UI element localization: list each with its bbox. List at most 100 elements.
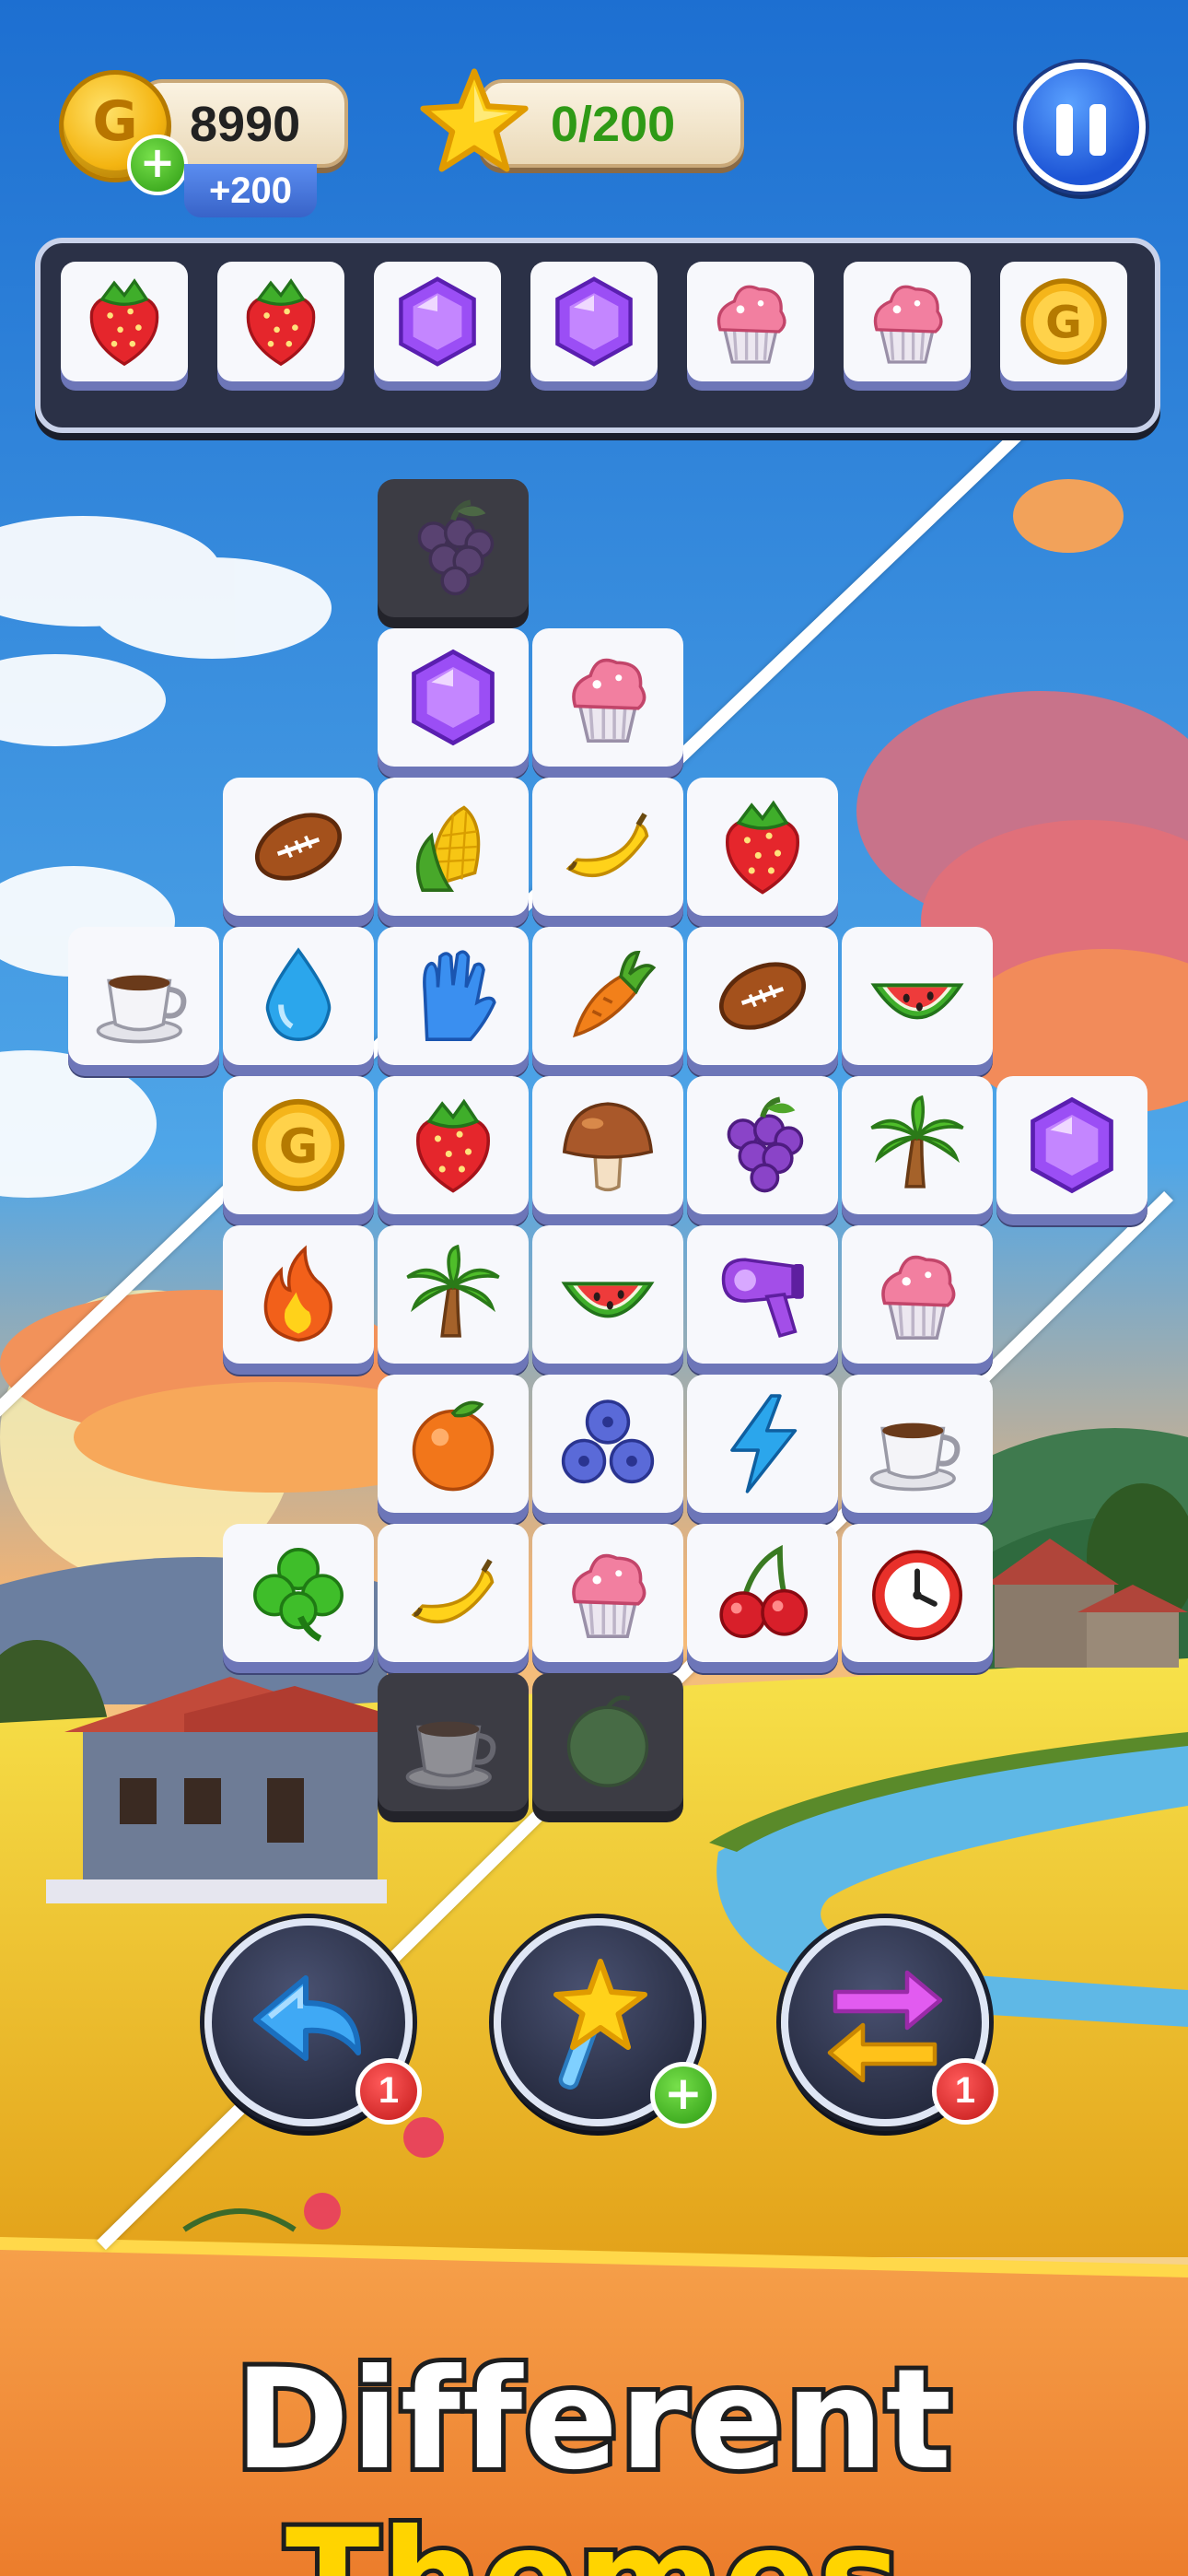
tile-face [532, 1225, 683, 1364]
tile-face: G [223, 1076, 374, 1214]
board-tile[interactable] [687, 1375, 838, 1522]
board-tile[interactable] [378, 1524, 529, 1671]
tile-face [378, 628, 529, 767]
fire-icon [263, 1245, 332, 1342]
board-tile[interactable] [378, 1375, 529, 1522]
tile-face [842, 1225, 993, 1364]
board-tile[interactable] [842, 1375, 993, 1522]
tile-face [378, 1673, 529, 1811]
board-tile[interactable] [532, 927, 683, 1074]
tray-slot-face [687, 262, 814, 381]
coin-amount: 8990 [190, 97, 301, 152]
cupcake-icon [873, 285, 943, 364]
watermelon-icon [561, 1282, 655, 1318]
board-tile[interactable] [223, 1225, 374, 1373]
tray-slot [61, 262, 188, 391]
board-tile[interactable] [687, 927, 838, 1074]
tile-face [378, 927, 529, 1065]
orange-icon [412, 1400, 495, 1492]
add-coins-button[interactable]: + [127, 135, 188, 195]
board-tile[interactable] [378, 927, 529, 1074]
coffee-cup-icon [96, 975, 187, 1044]
board-tile[interactable] [532, 1225, 683, 1373]
tile-face [687, 1076, 838, 1214]
tile-face [532, 1076, 683, 1214]
magic-wand-icon [553, 1959, 647, 2090]
board-tile[interactable] [842, 927, 993, 1074]
tile-face [223, 1225, 374, 1364]
game-screen: 8990 G + +200 0/200 G G 1 + 1 Different [0, 0, 1188, 2576]
board-tile[interactable]: G [223, 1076, 374, 1224]
pause-icon [1056, 104, 1073, 156]
board-tile[interactable] [223, 778, 374, 925]
carrot-icon [573, 951, 657, 1038]
board-tile[interactable] [687, 1225, 838, 1373]
tile-face [687, 778, 838, 916]
football-icon [718, 962, 807, 1030]
cupcake-icon [881, 1255, 956, 1340]
board-tile[interactable] [532, 778, 683, 925]
board-tile[interactable] [996, 1076, 1147, 1224]
strawberry-icon [246, 278, 316, 367]
board-tile[interactable] [68, 927, 219, 1074]
board-tile[interactable] [532, 1524, 683, 1671]
grape-icon [727, 1096, 804, 1193]
strawberry-icon [726, 800, 799, 895]
board-tile[interactable] [378, 1076, 529, 1224]
tile-face [223, 778, 374, 916]
purple-gem-icon [555, 276, 633, 367]
gold-coin-icon: G [1020, 278, 1107, 365]
tray-slot-face [844, 262, 971, 381]
tray-slot-face: G [1000, 262, 1127, 381]
board-tile[interactable] [532, 1375, 683, 1522]
tray-slot-face [61, 262, 188, 381]
tile-face [378, 778, 529, 916]
lightning-icon [730, 1394, 798, 1493]
strawberry-icon [89, 278, 159, 367]
gold-coin-icon: G [251, 1098, 345, 1192]
board-tile[interactable] [842, 1076, 993, 1224]
board-tile[interactable] [842, 1524, 993, 1671]
hair-dryer-icon [721, 1258, 804, 1339]
board-tile[interactable] [378, 1225, 529, 1373]
board-tile[interactable] [378, 778, 529, 925]
shuffle-count-badge: 1 [932, 2058, 998, 2125]
tile-face [687, 1225, 838, 1364]
banana-icon [411, 1559, 495, 1624]
promo-title: Different Themes [0, 2336, 1188, 2576]
cherries-icon [719, 1544, 808, 1638]
board-tile[interactable] [378, 628, 529, 776]
board-tile[interactable] [842, 1225, 993, 1373]
tray-slot-face [217, 262, 344, 381]
pause-icon [1089, 104, 1106, 156]
svg-text:G: G [279, 1119, 319, 1175]
tile-face [996, 1076, 1147, 1214]
strawberry-icon [416, 1098, 490, 1193]
lime-icon [566, 1695, 649, 1787]
cupcake-icon [716, 285, 786, 364]
mushroom-icon [562, 1102, 654, 1192]
board-tile[interactable] [687, 1524, 838, 1671]
tray-slot-face [530, 262, 658, 381]
board-tile[interactable] [687, 778, 838, 925]
cupcake-icon [572, 658, 646, 743]
clover-icon [253, 1548, 344, 1642]
board-tile[interactable] [532, 628, 683, 776]
purple-gem-icon [412, 649, 495, 746]
board-tile[interactable] [223, 927, 374, 1074]
board-tile-blocked [378, 479, 529, 626]
board-tile-blocked [532, 1673, 683, 1821]
palm-tree-icon [870, 1095, 964, 1188]
promo-title-word-2: Themes [281, 2496, 905, 2576]
board-tile[interactable] [532, 1076, 683, 1224]
tray-slot: G [1000, 262, 1127, 391]
board-tile[interactable] [687, 1076, 838, 1224]
tile-face [378, 1375, 529, 1513]
magic-add-badge[interactable]: + [650, 2062, 716, 2128]
board-tile[interactable] [223, 1524, 374, 1671]
tile-face [842, 927, 993, 1065]
tile-face [532, 1524, 683, 1662]
tile-face [842, 1524, 993, 1662]
promo-title-word-1: Different [230, 2336, 956, 2505]
pause-button[interactable] [1017, 63, 1146, 192]
